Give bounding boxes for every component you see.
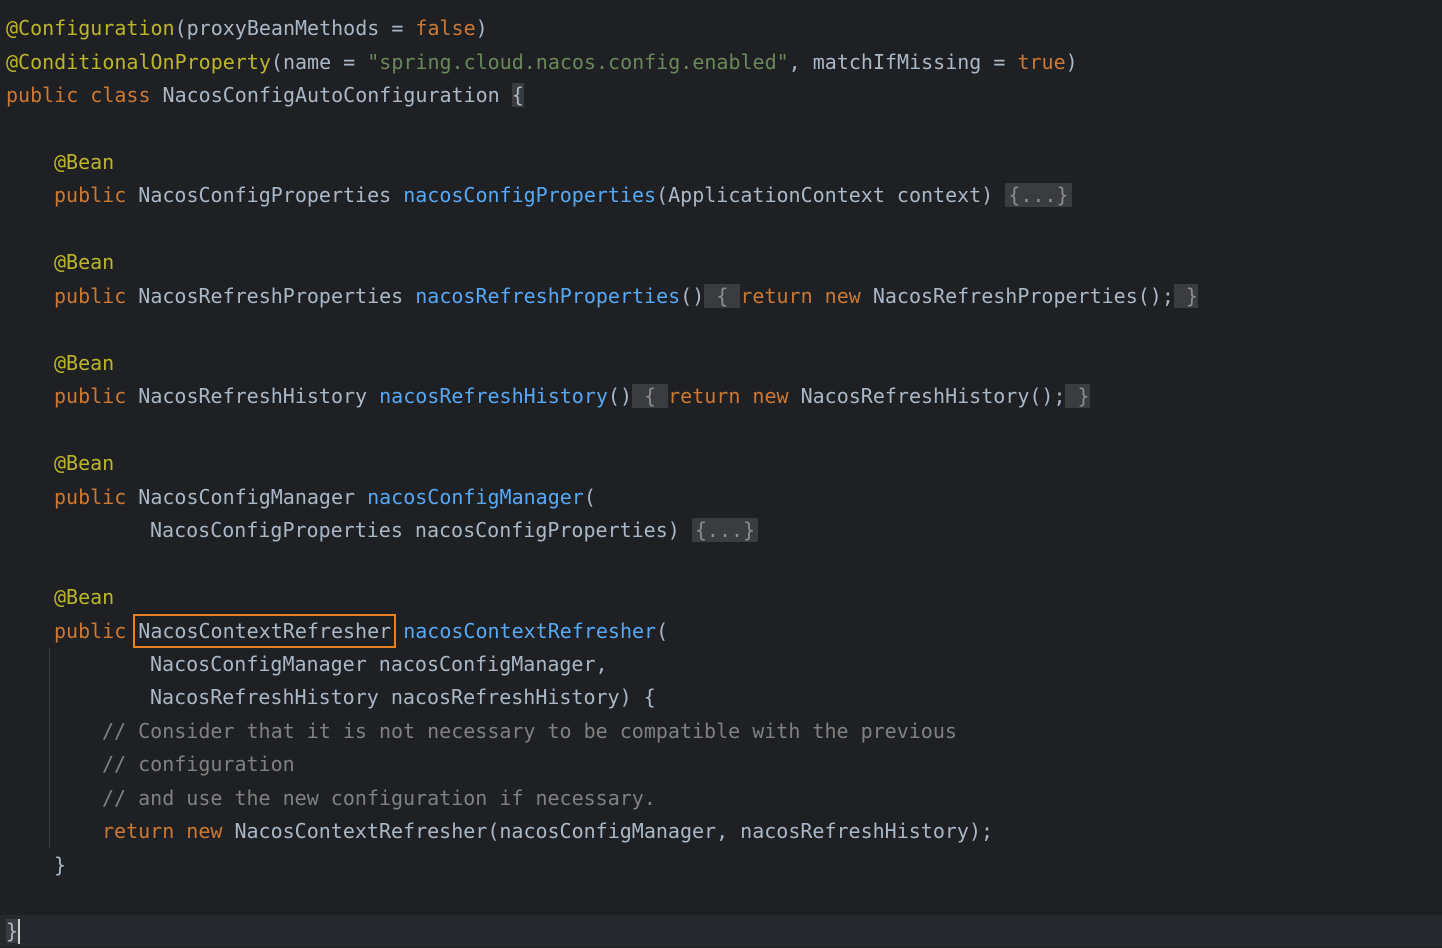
code-line-5[interactable]: public NacosConfigProperties nacosConfig… <box>54 179 1072 212</box>
keyword-token: public <box>54 384 139 408</box>
code-token: , matchIfMissing = <box>788 50 1018 74</box>
method-name-token: nacosRefreshHistory <box>379 384 608 408</box>
keyword-token: public class <box>6 83 163 107</box>
matched-brace: } <box>6 919 19 943</box>
code-line-17[interactable]: // Consider that it is not necessary to … <box>102 715 957 748</box>
code-editor[interactable]: @Configuration(proxyBeanMethods = false)… <box>0 0 1442 947</box>
annotation-token: @Bean <box>54 585 115 609</box>
folded-code-block[interactable]: {...} <box>691 518 759 542</box>
code-token: (name = <box>270 50 368 74</box>
highlighted-return-type: NacosContextRefresher <box>133 614 397 648</box>
keyword-token: true <box>1017 50 1066 74</box>
code-line-20[interactable]: return new NacosContextRefresher(nacosCo… <box>102 815 993 848</box>
type-token: NacosConfigManager <box>138 485 368 509</box>
code-line-1[interactable]: @Configuration(proxyBeanMethods = false) <box>6 12 488 45</box>
code-line-19[interactable]: // and use the new configuration if nece… <box>102 782 656 815</box>
type-token: NacosRefreshHistory <box>138 384 380 408</box>
code-token: (ApplicationContext context) <box>656 183 1006 207</box>
keyword-token: public <box>54 183 139 207</box>
annotation-token: @Bean <box>54 351 115 375</box>
code-line-16[interactable]: NacosRefreshHistory nacosRefreshHistory)… <box>150 681 656 714</box>
code-line-14[interactable]: public NacosContextRefresher nacosContex… <box>54 614 669 648</box>
code-token: (proxyBeanMethods = <box>174 16 416 40</box>
indent-guide <box>49 648 50 848</box>
method-name-token: nacosRefreshProperties <box>415 284 681 308</box>
annotation-token: @ConditionalOnProperty <box>6 50 271 74</box>
string-token: "spring.cloud.nacos.config.enabled" <box>367 50 789 74</box>
code-token: NacosRefreshHistory nacosRefreshHistory)… <box>150 685 656 709</box>
keyword-token: return new <box>102 819 235 843</box>
annotation-token: @Bean <box>54 451 115 475</box>
code-token: () <box>607 384 632 408</box>
folded-brace-close[interactable]: } <box>1065 384 1090 408</box>
code-token: NacosConfigProperties nacosConfigPropert… <box>150 518 692 542</box>
current-line-highlight <box>0 915 1442 947</box>
comment-token: // and use the new configuration if nece… <box>102 786 656 810</box>
code-token: NacosRefreshProperties(); <box>872 284 1174 308</box>
keyword-token: false <box>415 16 476 40</box>
keyword-token: return new <box>668 384 801 408</box>
folded-code-block[interactable]: {...} <box>1005 183 1072 207</box>
keyword-token: public <box>54 485 139 509</box>
code-token: ( <box>583 485 596 509</box>
code-line-15[interactable]: NacosConfigManager nacosConfigManager, <box>150 648 608 681</box>
code-line-7[interactable]: public NacosRefreshProperties nacosRefre… <box>54 280 1198 313</box>
code-token: ) <box>1065 50 1078 74</box>
keyword-token: public <box>54 284 139 308</box>
code-line-8[interactable]: @Bean <box>54 347 114 380</box>
method-name-token: nacosConfigManager <box>367 485 584 509</box>
keyword-token: return new <box>740 284 873 308</box>
code-line-9[interactable]: public NacosRefreshHistory nacosRefreshH… <box>54 380 1090 413</box>
text-caret <box>18 919 20 944</box>
code-token: ( <box>656 619 669 643</box>
type-token: NacosRefreshProperties <box>138 284 416 308</box>
code-line-12[interactable]: NacosConfigProperties nacosConfigPropert… <box>150 514 759 547</box>
folded-brace-open[interactable]: { <box>704 284 741 308</box>
code-token: ) <box>475 16 488 40</box>
annotation-token: @Configuration <box>6 16 175 40</box>
code-line-4[interactable]: @Bean <box>54 146 114 179</box>
matched-brace: { <box>511 83 524 107</box>
folded-brace-close[interactable]: } <box>1173 284 1198 308</box>
class-name-token: NacosConfigAutoConfiguration <box>162 83 512 107</box>
comment-token: // configuration <box>102 752 295 776</box>
keyword-token: public <box>54 619 139 643</box>
code-line-6[interactable]: @Bean <box>54 246 114 279</box>
annotation-token: @Bean <box>54 250 115 274</box>
code-line-3[interactable]: public class NacosConfigAutoConfiguratio… <box>6 79 524 112</box>
code-line-13[interactable]: @Bean <box>54 581 114 614</box>
folded-brace-open[interactable]: { <box>632 384 669 408</box>
code-line-22[interactable]: } <box>6 915 19 948</box>
code-line-21[interactable]: } <box>54 849 66 882</box>
code-token: NacosRefreshHistory(); <box>800 384 1066 408</box>
method-name-token: nacosContextRefresher <box>403 619 657 643</box>
code-token: NacosContextRefresher(nacosConfigManager… <box>234 819 994 843</box>
annotation-token: @Bean <box>54 150 115 174</box>
code-line-18[interactable]: // configuration <box>102 748 295 781</box>
method-name-token: nacosConfigProperties <box>403 183 657 207</box>
type-token: NacosConfigProperties <box>138 183 404 207</box>
code-line-2[interactable]: @ConditionalOnProperty(name = "spring.cl… <box>6 46 1078 79</box>
code-token: NacosConfigManager nacosConfigManager, <box>150 652 608 676</box>
code-token: () <box>680 284 705 308</box>
code-line-11[interactable]: public NacosConfigManager nacosConfigMan… <box>54 481 596 514</box>
comment-token: // Consider that it is not necessary to … <box>102 719 957 743</box>
code-token: } <box>54 853 67 877</box>
code-line-10[interactable]: @Bean <box>54 447 114 480</box>
